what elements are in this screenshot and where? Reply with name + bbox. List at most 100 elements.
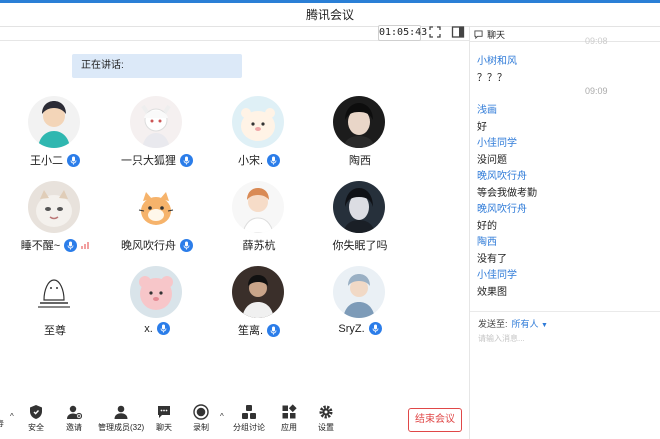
breakout-button[interactable]: 分组讨论: [233, 404, 265, 433]
send-to-label: 发送至:: [478, 319, 508, 329]
breakout-rooms-icon: [242, 405, 256, 419]
chat-sender-name: 晚风吹行舟: [477, 171, 527, 182]
end-meeting-button[interactable]: 结束会议: [408, 408, 462, 432]
partial-button[interactable]: 寿: [0, 418, 4, 429]
participant-name-row: x.: [102, 322, 212, 335]
chevron-up-icon[interactable]: ^: [10, 412, 14, 421]
chat-sender-name: 浅画: [477, 105, 497, 116]
apps-grid-icon: [282, 404, 297, 419]
manage-members-button[interactable]: 管理成员(32): [98, 404, 144, 433]
chevron-up-icon[interactable]: ^: [220, 412, 224, 421]
participant-name: 小宋.: [237, 155, 264, 167]
meeting-top-bar: 01:05:43: [0, 25, 469, 41]
members-icon: [114, 405, 128, 419]
participant-name: SryZ.: [338, 322, 365, 335]
participant-avatar: [232, 266, 284, 318]
participant-name: 笙离.: [237, 325, 264, 337]
meeting-area: 01:05:43 正在讲话: 王小二 一只大狐狸 小宋. 陶西睡不醒~ 晚风吹行舟 薛苏杭…: [0, 25, 469, 439]
send-to-value: 所有人: [511, 319, 539, 329]
participant-tile[interactable]: 你失眠了吗: [305, 181, 415, 261]
meeting-timer: 01:05:43: [378, 25, 427, 41]
microphone-icon: [267, 323, 281, 337]
microphone-icon: [267, 153, 281, 167]
participant-name-row: 笙离.: [204, 322, 314, 338]
participant-avatar: [28, 96, 80, 148]
fullscreen-icon[interactable]: [428, 25, 442, 39]
layout-toggle-icon[interactable]: [451, 25, 465, 39]
chat-message-text: 效果图: [477, 286, 507, 298]
title-bar: 腾讯会议: [0, 3, 660, 27]
shield-icon: [30, 405, 42, 419]
chat-icon: [474, 29, 483, 39]
chat-sender-name: 小佳同学: [477, 270, 517, 281]
chat-header: 聊天: [470, 27, 660, 42]
settings-button[interactable]: 设置: [318, 404, 334, 433]
participant-tile[interactable]: 笙离.: [204, 266, 314, 346]
participant-tile[interactable]: 睡不醒~: [0, 181, 110, 261]
participant-tile[interactable]: 晚风吹行舟: [102, 181, 212, 261]
participant-name: 至尊: [44, 325, 66, 337]
chat-message-text: 好: [477, 121, 487, 133]
chat-message-text: 没问题: [477, 154, 507, 166]
apps-button[interactable]: 应用: [281, 404, 297, 433]
participant-name: 睡不醒~: [20, 240, 61, 252]
participant-name-row: 薛苏杭: [204, 237, 314, 253]
participant-name-row: 陶西: [305, 152, 415, 168]
participant-name-row: 至尊: [0, 322, 110, 338]
microphone-icon: [180, 238, 193, 252]
participant-name-row: 你失眠了吗: [305, 237, 415, 253]
participant-avatar: [130, 96, 182, 148]
participant-avatar: [28, 181, 80, 233]
participant-avatar: [333, 181, 385, 233]
bottom-toolbar: 寿 ^ 安全 邀请 管理成员(32) 聊天 录制 ^ 分组讨论 应用 设置 结束…: [0, 400, 469, 439]
participant-tile[interactable]: 小宋.: [204, 96, 314, 176]
speaking-indicator: 正在讲话:: [72, 54, 242, 78]
participant-avatar: [130, 266, 182, 318]
participant-tile[interactable]: SryZ.: [305, 266, 415, 346]
chat-panel: 聊天 09:08 小树和风？？？ 09:09 浅画好小佳同学 没问题 晚风吹行舟 等会我做考…: [469, 27, 660, 439]
participant-tile[interactable]: x.: [102, 266, 212, 346]
participant-tile[interactable]: 王小二: [0, 96, 110, 176]
chat-button[interactable]: 聊天: [156, 404, 172, 433]
record-button[interactable]: 录制: [193, 404, 209, 433]
microphone-icon: [64, 238, 78, 252]
gear-icon: [319, 405, 333, 419]
chat-input[interactable]: 请输入消息...: [478, 333, 525, 344]
audio-level-icon: [81, 241, 90, 249]
microphone-icon: [180, 153, 193, 167]
security-button[interactable]: 安全: [28, 404, 44, 433]
participant-name-row: 小宋.: [204, 152, 314, 168]
participant-tile[interactable]: 陶西: [305, 96, 415, 176]
send-to-row: 发送至: 所有人 ▼: [478, 317, 548, 330]
participant-tile[interactable]: 至尊: [0, 266, 110, 346]
participant-avatar: [232, 181, 284, 233]
caret-down-icon: ▼: [541, 322, 548, 329]
invite-label: 邀请: [66, 423, 82, 432]
chat-message-text: 等会我做考勤: [477, 187, 537, 199]
send-to-selector[interactable]: 所有人 ▼: [512, 319, 548, 329]
chat-sender-name: 晚风吹行舟: [477, 204, 527, 215]
participant-name: 薛苏杭: [242, 240, 276, 252]
participant-name: x.: [144, 322, 153, 335]
participant-avatar: [232, 96, 284, 148]
participant-name-row: 一只大狐狸: [102, 152, 212, 168]
participant-tile[interactable]: 一只大狐狸: [102, 96, 212, 176]
participant-name-row: 睡不醒~: [0, 237, 110, 253]
participant-name-row: SryZ.: [305, 322, 415, 335]
invite-user-icon: [67, 405, 82, 420]
participant-name: 晚风吹行舟: [121, 240, 176, 252]
breakout-label: 分组讨论: [233, 423, 265, 432]
manage-members-label: 管理成员(32): [98, 423, 145, 432]
participant-avatar: [333, 96, 385, 148]
participant-tile[interactable]: 薛苏杭: [204, 181, 314, 261]
participant-name-row: 王小二: [0, 152, 110, 168]
apps-label: 应用: [281, 423, 297, 432]
chat-sender-name: 小树和风: [477, 56, 517, 67]
participant-name-row: 晚风吹行舟: [102, 237, 212, 253]
chat-sender-name: 小佳同学: [477, 138, 517, 149]
invite-button[interactable]: 邀请: [66, 404, 82, 433]
chat-label: 聊天: [156, 423, 172, 432]
participant-name: 一只大狐狸: [121, 155, 176, 167]
security-label: 安全: [28, 423, 44, 432]
chat-sender-name: 陶西: [477, 237, 497, 248]
